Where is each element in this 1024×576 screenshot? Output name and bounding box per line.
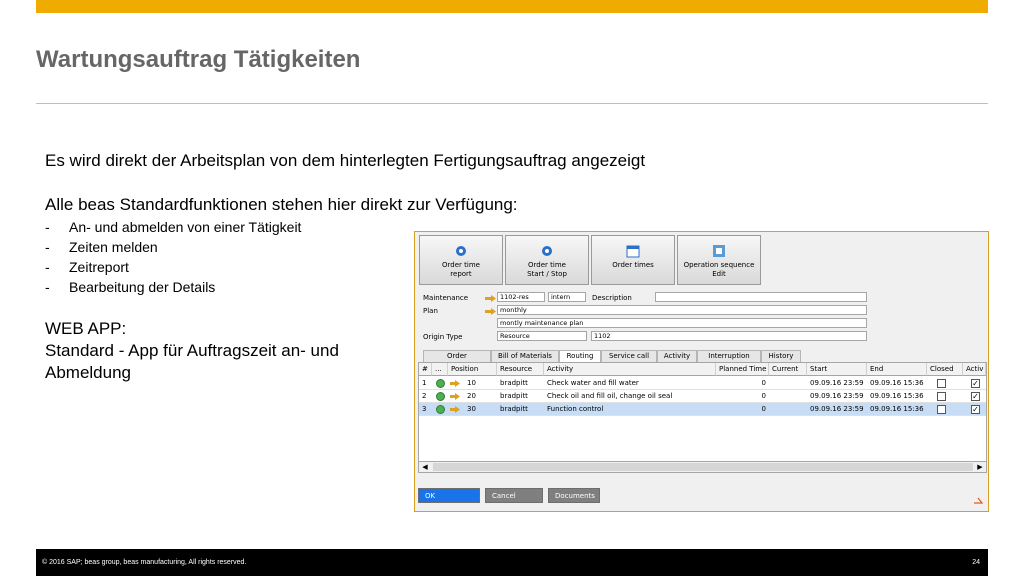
maintenance-field[interactable]: 1102-res — [497, 292, 545, 302]
resize-grip-icon[interactable] — [973, 496, 983, 504]
column-header[interactable]: Activity — [544, 363, 716, 376]
tab-bar: Order Bill of Materials Routing Service … — [423, 350, 978, 363]
plan-field[interactable]: monthly — [497, 305, 867, 315]
web-app-note: WEB APP: Standard - App für Auftragszeit… — [45, 319, 339, 382]
footer: © 2016 SAP; beas group, beas manufacturi… — [36, 549, 988, 576]
column-header[interactable]: Planned Time — [716, 363, 769, 376]
scroll-right-icon[interactable]: ▶ — [974, 462, 986, 472]
list-item: - Zeiten melden — [45, 239, 158, 255]
active-checkbox[interactable]: ✓ — [971, 392, 980, 401]
gear-icon[interactable] — [436, 392, 445, 401]
tab-bill-of-materials[interactable]: Bill of Materials — [491, 350, 559, 362]
description-field[interactable] — [655, 292, 867, 302]
link-arrow-icon[interactable] — [485, 295, 496, 302]
gear-icon — [456, 246, 466, 256]
closed-checkbox[interactable] — [937, 405, 946, 414]
origin-type-label: Origin Type — [423, 333, 463, 341]
column-header: ... — [432, 363, 448, 376]
calendar-icon — [626, 245, 640, 258]
ok-button[interactable]: OK — [418, 488, 480, 503]
tab-activity[interactable]: Activity — [657, 350, 697, 362]
function-list: - An- und abmelden von einer Tätigkeit -Z… — [45, 217, 301, 297]
gear-icon — [542, 246, 552, 256]
tab-order[interactable]: Order — [423, 350, 491, 362]
closed-checkbox[interactable] — [937, 392, 946, 401]
title-divider — [36, 103, 988, 104]
operation-sequence-edit-button[interactable]: Operation sequence Edit — [677, 235, 761, 285]
link-arrow-icon[interactable] — [485, 308, 496, 315]
plan-description-field[interactable]: montly maintenance plan — [497, 318, 867, 328]
tab-history[interactable]: History — [761, 350, 801, 362]
tab-service-call[interactable]: Service call — [601, 350, 657, 362]
column-header[interactable]: Current — [769, 363, 807, 376]
table-row[interactable]: 2 20 bradpitt Check oil and fill oil, ch… — [419, 390, 986, 403]
active-checkbox[interactable]: ✓ — [971, 379, 980, 388]
origin-code-field[interactable]: 1102 — [591, 331, 867, 341]
order-time-report-button[interactable]: Order time report — [419, 235, 503, 285]
active-checkbox[interactable]: ✓ — [971, 405, 980, 414]
page-number: 24 — [972, 559, 980, 566]
link-arrow-icon[interactable] — [450, 393, 460, 400]
gear-icon[interactable] — [436, 405, 445, 414]
page-title: Wartungsauftrag Tätigkeiten — [36, 46, 361, 73]
list-item: - Bearbeitung der Details — [45, 279, 216, 295]
edit-icon — [713, 245, 725, 257]
copyright-text: © 2016 SAP; beas group, beas manufacturi… — [42, 559, 247, 566]
column-header[interactable]: End — [867, 363, 927, 376]
table-row[interactable]: 1 10 bradpitt Check water and fill water… — [419, 377, 986, 390]
order-time-start-stop-button[interactable]: Order time Start / Stop — [505, 235, 589, 285]
routing-table: # ... Position Resource Activity Planned… — [418, 362, 987, 462]
horizontal-scrollbar[interactable]: ◀ ▶ — [418, 461, 987, 473]
list-item: - An- und abmelden von einer Tätigkeit — [45, 219, 302, 235]
scrollbar-thumb[interactable] — [433, 463, 973, 471]
column-header: # — [419, 363, 432, 376]
maintenance-label: Maintenance — [423, 294, 469, 302]
table-row[interactable]: 3 30 bradpitt Function control 0 09.09.1… — [419, 403, 986, 416]
column-header[interactable]: Activ — [963, 363, 986, 376]
plan-label: Plan — [423, 307, 438, 315]
scroll-left-icon[interactable]: ◀ — [419, 462, 431, 472]
column-header[interactable]: Position — [448, 363, 497, 376]
origin-type-field[interactable]: Resource — [497, 331, 587, 341]
order-times-button[interactable]: Order times — [591, 235, 675, 285]
documents-button[interactable]: Documents — [548, 488, 600, 503]
intro-text: Es wird direkt der Arbeitsplan von dem h… — [45, 151, 646, 170]
cancel-button[interactable]: Cancel — [485, 488, 543, 503]
column-header[interactable]: Closed — [927, 363, 963, 376]
functions-heading: Alle beas Standardfunktionen stehen hier… — [45, 195, 518, 214]
description-label: Description — [592, 294, 632, 302]
gear-icon[interactable] — [436, 379, 445, 388]
link-arrow-icon[interactable] — [450, 406, 460, 413]
accent-bar — [36, 0, 988, 13]
column-header[interactable]: Start — [807, 363, 867, 376]
maintenance-order-window: Order time report Order time Start / Sto… — [414, 231, 989, 512]
list-item: - Zeitreport — [45, 259, 129, 275]
maintenance-type-field[interactable]: intern — [548, 292, 586, 302]
column-header[interactable]: Resource — [497, 363, 544, 376]
link-arrow-icon[interactable] — [450, 380, 460, 387]
tab-interruption[interactable]: Interruption — [697, 350, 761, 362]
closed-checkbox[interactable] — [937, 379, 946, 388]
